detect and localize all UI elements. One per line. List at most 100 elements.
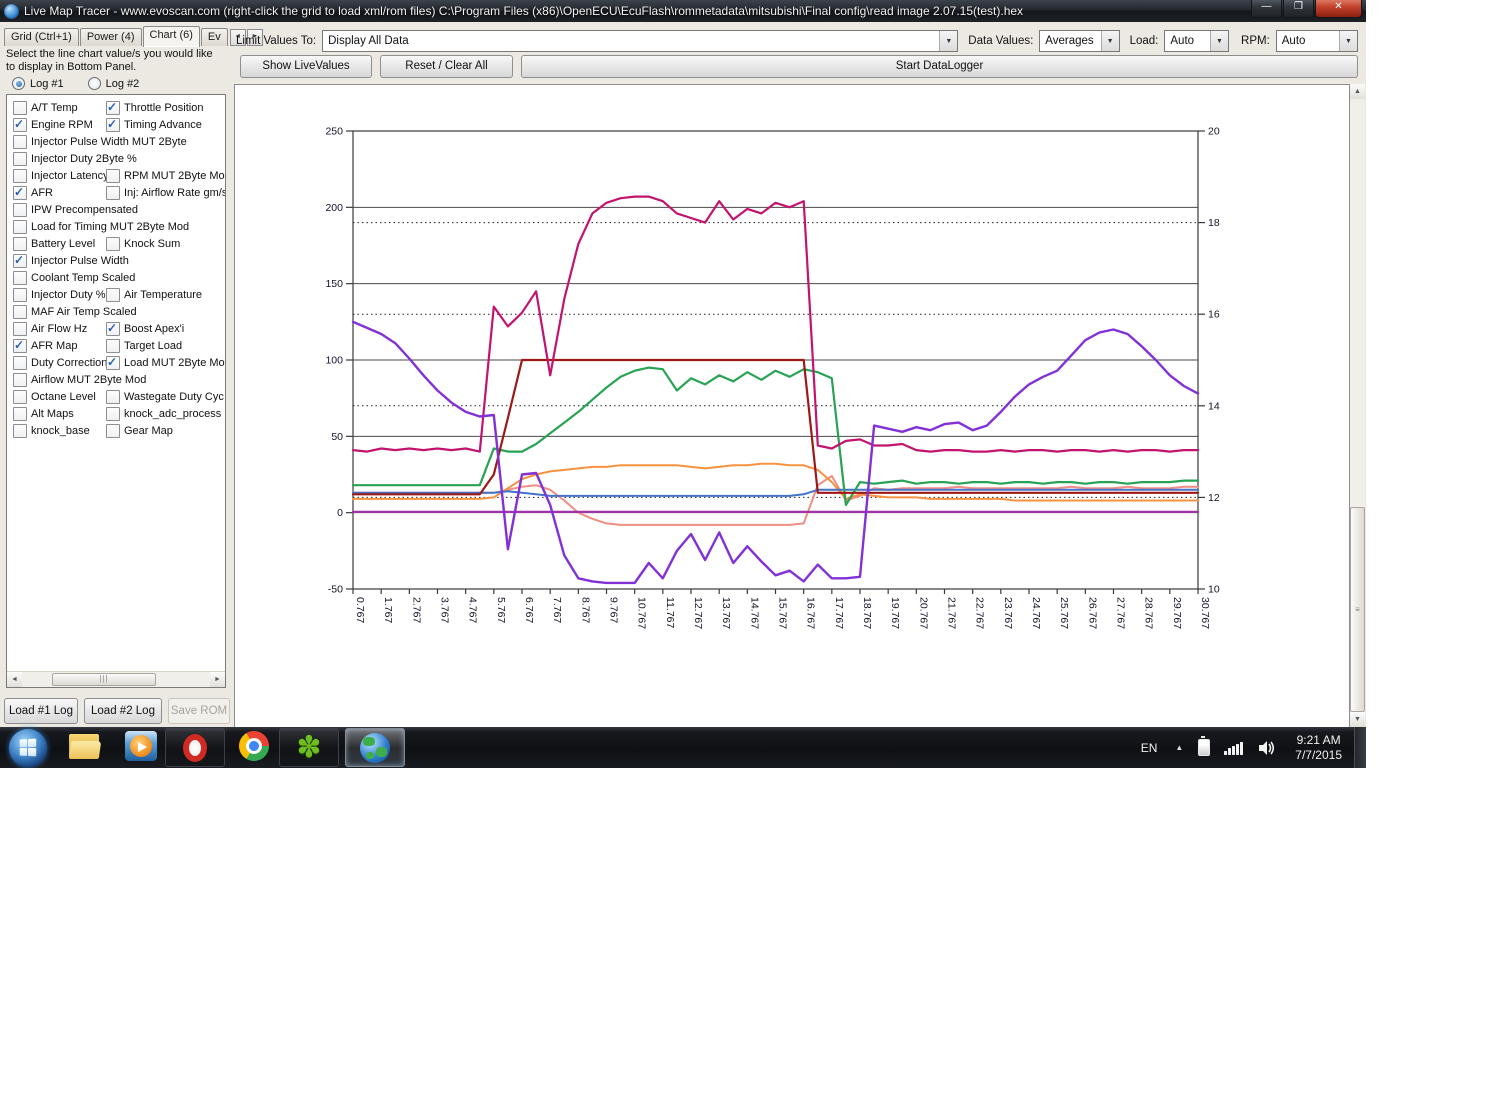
checkbox-item[interactable]: Injector Latency [13, 169, 106, 183]
rpm-combobox[interactable]: Auto ▼ [1276, 30, 1358, 52]
limit-values-combobox[interactable]: Display All Data ▼ [322, 30, 958, 52]
restore-button[interactable]: ❐ [1283, 0, 1314, 18]
unchecked-checkbox-icon[interactable] [106, 390, 120, 404]
unchecked-checkbox-icon[interactable] [13, 203, 27, 217]
unchecked-checkbox-icon[interactable] [106, 339, 120, 353]
unchecked-checkbox-icon[interactable] [13, 271, 27, 285]
checkbox-item[interactable]: IPW Precompensated [13, 203, 138, 217]
start-datalogger-button[interactable]: Start DataLogger [521, 55, 1358, 78]
show-livevalues-button[interactable]: Show LiveValues [240, 55, 372, 78]
unchecked-checkbox-icon[interactable] [106, 169, 120, 183]
media-player-icon[interactable] [125, 731, 159, 765]
unchecked-checkbox-icon[interactable] [13, 220, 27, 234]
checked-checkbox-icon[interactable] [13, 254, 27, 268]
unchecked-checkbox-icon[interactable] [13, 169, 27, 183]
checkbox-item[interactable]: Alt Maps [13, 407, 106, 421]
scroll-up-icon[interactable]: ▲ [1350, 84, 1365, 99]
reset-clear-button[interactable]: Reset / Clear All [380, 55, 513, 78]
unchecked-checkbox-icon[interactable] [13, 373, 27, 387]
data-values-combobox[interactable]: Averages ▼ [1039, 30, 1119, 52]
unchecked-checkbox-icon[interactable] [13, 424, 27, 438]
unchecked-checkbox-icon[interactable] [13, 101, 27, 115]
checkbox-item[interactable]: MAF Air Temp Scaled [13, 305, 137, 319]
scroll-right-icon[interactable]: ► [210, 672, 225, 687]
unchecked-checkbox-icon[interactable] [106, 186, 120, 200]
unchecked-checkbox-icon[interactable] [13, 407, 27, 421]
battery-icon[interactable] [1198, 739, 1210, 756]
checkbox-item[interactable]: Injector Pulse Width MUT 2Byte [13, 135, 187, 149]
checked-checkbox-icon[interactable] [13, 118, 27, 132]
close-button[interactable]: ✕ [1315, 0, 1362, 18]
unchecked-checkbox-icon[interactable] [106, 424, 120, 438]
tab-grid[interactable]: Grid (Ctrl+1) [4, 28, 79, 46]
speaker-icon[interactable] [1258, 740, 1276, 756]
checkbox-item[interactable]: RPM MUT 2Byte Mo [106, 169, 225, 183]
checked-checkbox-icon[interactable] [106, 101, 120, 115]
checkbox-item[interactable]: Gear Map [106, 424, 173, 438]
checkbox-item[interactable]: AFR [13, 186, 106, 200]
checkbox-item[interactable]: Knock Sum [106, 237, 180, 251]
unchecked-checkbox-icon[interactable] [13, 305, 27, 319]
unchecked-checkbox-icon[interactable] [106, 288, 120, 302]
language-indicator[interactable]: EN [1131, 741, 1168, 755]
windows-explorer-icon[interactable] [69, 731, 103, 765]
checkbox-item[interactable]: Air Temperature [106, 288, 202, 302]
evoscan-app-icon[interactable] [345, 728, 405, 767]
unchecked-checkbox-icon[interactable] [13, 152, 27, 166]
clock[interactable]: 9:21 AM 7/7/2015 [1283, 733, 1354, 763]
checkbox-item[interactable]: Injector Duty 2Byte % [13, 152, 137, 166]
show-desktop-button[interactable] [1354, 727, 1366, 768]
checkbox-item[interactable]: Injector Pulse Width [13, 254, 129, 268]
minimize-button[interactable]: — [1251, 0, 1282, 18]
checkbox-item[interactable]: Boost Apex'i [106, 322, 184, 336]
load-combobox[interactable]: Auto ▼ [1164, 30, 1229, 52]
checkbox-item[interactable]: Airflow MUT 2Byte Mod [13, 373, 146, 387]
checkbox-item[interactable]: Timing Advance [106, 118, 202, 132]
scrollbar-thumb[interactable]: ≡ [1350, 507, 1365, 712]
checkbox-item[interactable]: Target Load [106, 339, 182, 353]
chart-vertical-scrollbar[interactable]: ▲ ≡ ▼ [1350, 84, 1365, 727]
checkbox-item[interactable]: Injector Duty % [13, 288, 106, 302]
checked-checkbox-icon[interactable] [106, 118, 120, 132]
icq-icon[interactable]: ✽ [279, 728, 339, 767]
checkbox-item[interactable]: Octane Level [13, 390, 106, 404]
radio-log2[interactable]: Log #2 [88, 77, 140, 90]
checkbox-item[interactable]: A/T Temp [13, 101, 106, 115]
unchecked-checkbox-icon[interactable] [13, 237, 27, 251]
unchecked-checkbox-icon[interactable] [13, 390, 27, 404]
network-signal-icon[interactable] [1224, 741, 1244, 755]
start-button-icon[interactable] [9, 729, 47, 767]
checkbox-item[interactable]: Load for Timing MUT 2Byte Mod [13, 220, 189, 234]
checkbox-item[interactable]: knock_adc_process [106, 407, 221, 421]
unchecked-checkbox-icon[interactable] [13, 322, 27, 336]
tab-chart[interactable]: Chart (6) [143, 26, 200, 47]
list-horizontal-scrollbar[interactable]: ◄ ||| ► [7, 671, 225, 687]
checkbox-item[interactable]: Throttle Position [106, 101, 203, 115]
opera-icon[interactable] [165, 728, 225, 767]
checkbox-item[interactable]: Duty Correction [13, 356, 106, 370]
scroll-down-icon[interactable]: ▼ [1350, 712, 1365, 727]
tab-power[interactable]: Power (4) [80, 28, 142, 46]
tab-ev[interactable]: Ev [201, 28, 228, 46]
checked-checkbox-icon[interactable] [106, 356, 120, 370]
load-log2-button[interactable]: Load #2 Log [84, 698, 162, 724]
scroll-left-icon[interactable]: ◄ [7, 672, 22, 687]
radio-log1[interactable]: Log #1 [12, 77, 64, 90]
unchecked-checkbox-icon[interactable] [13, 356, 27, 370]
checkbox-item[interactable]: Air Flow Hz [13, 322, 106, 336]
checkbox-item[interactable]: Battery Level [13, 237, 106, 251]
unchecked-checkbox-icon[interactable] [106, 407, 120, 421]
unchecked-checkbox-icon[interactable] [13, 135, 27, 149]
scrollbar-thumb[interactable]: ||| [52, 673, 156, 686]
checkbox-item[interactable]: Inj: Airflow Rate gm/s [106, 186, 225, 200]
checkbox-item[interactable]: Load MUT 2Byte Mo [106, 356, 225, 370]
save-rom-button[interactable]: Save ROM [168, 698, 230, 724]
checked-checkbox-icon[interactable] [13, 186, 27, 200]
checkbox-item[interactable]: Engine RPM [13, 118, 106, 132]
checkbox-item[interactable]: Wastegate Duty Cyc [106, 390, 224, 404]
unchecked-checkbox-icon[interactable] [13, 288, 27, 302]
checked-checkbox-icon[interactable] [13, 339, 27, 353]
unchecked-checkbox-icon[interactable] [106, 237, 120, 251]
load-log1-button[interactable]: Load #1 Log [4, 698, 78, 724]
chrome-icon[interactable] [239, 731, 273, 765]
